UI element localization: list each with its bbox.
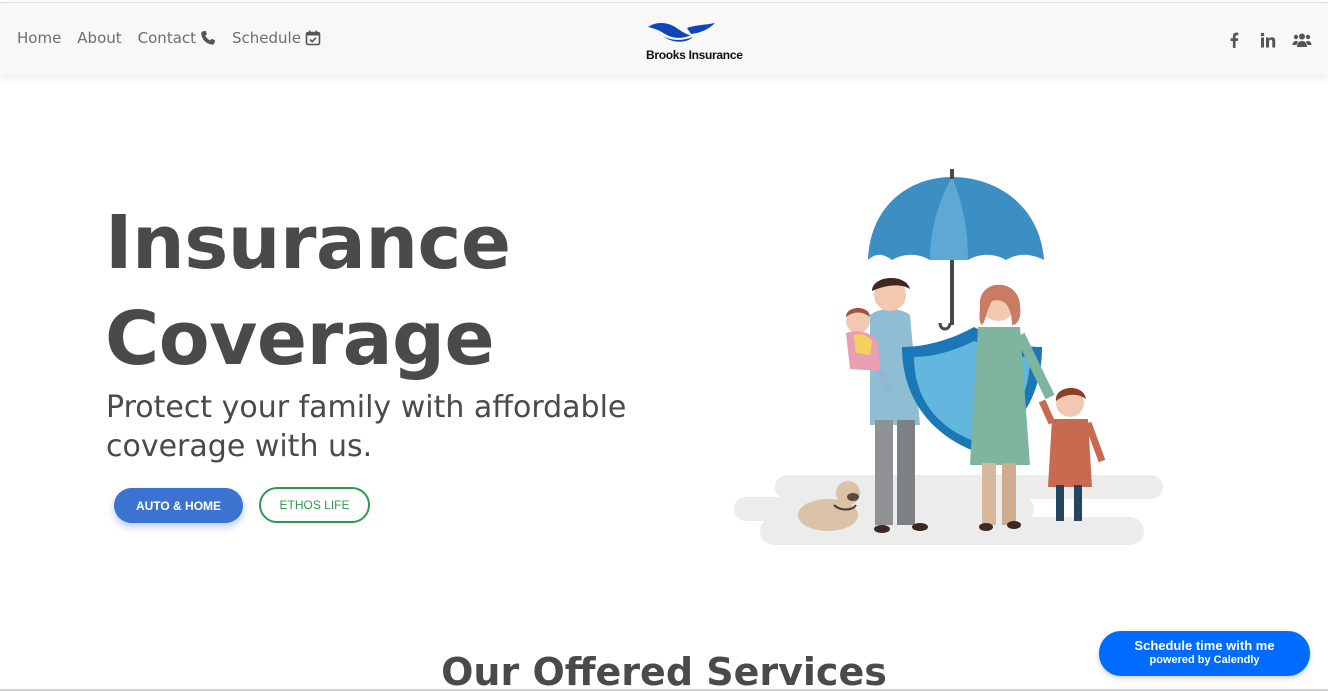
nav-home-link[interactable]: Home	[17, 29, 61, 47]
calendly-schedule-widget[interactable]: Schedule time with me powered by Calendl…	[1099, 631, 1310, 676]
auto-home-button[interactable]: AUTO & HOME	[114, 488, 243, 523]
logo-bird-icon	[648, 23, 715, 42]
hero-title: Insurance Coverage	[105, 200, 511, 382]
nav-home-label: Home	[17, 29, 62, 47]
facebook-icon[interactable]	[1224, 31, 1244, 49]
ethos-life-button[interactable]: ETHOS LIFE	[259, 487, 370, 523]
nav-contact-label: Contact	[137, 29, 197, 47]
logo-text: Brooks Insurance	[646, 48, 743, 62]
calendly-main-label: Schedule time with me	[1134, 638, 1275, 653]
nav-schedule-label: Schedule	[232, 29, 301, 47]
ground-shadow	[734, 475, 1163, 545]
linkedin-icon[interactable]	[1258, 31, 1278, 49]
calendly-powered-label: powered by Calendly	[1149, 654, 1260, 666]
nav-schedule-link[interactable]: Schedule	[232, 29, 321, 47]
top-navbar: Home About Contact Schedule Brooks Insur…	[0, 2, 1328, 75]
nav-about-link[interactable]: About	[77, 29, 121, 47]
nav-contact-link[interactable]: Contact	[138, 29, 216, 47]
nav-about-label: About	[77, 29, 122, 47]
child-figure	[1038, 387, 1106, 521]
calendar-check-icon	[305, 30, 321, 46]
social-links	[1224, 31, 1312, 49]
nav-links: Home About Contact Schedule	[17, 29, 321, 47]
users-icon[interactable]	[1292, 31, 1312, 49]
family-umbrella-illustration	[734, 169, 1163, 545]
phone-icon	[201, 30, 216, 45]
hero-subtitle: Protect your family with affordable cove…	[106, 390, 627, 464]
brooks-insurance-logo[interactable]: Brooks Insurance	[643, 19, 755, 65]
